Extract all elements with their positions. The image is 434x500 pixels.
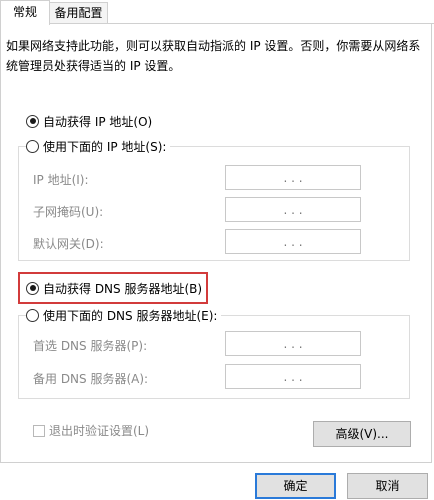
preferred-dns-value: . . . [283,336,303,351]
ip-manual-label: 使用下面的 IP 地址(S): [43,139,167,154]
validate-label: 退出时验证设置(L) [49,424,150,438]
tab-alternate-config[interactable]: 备用配置 [50,2,108,24]
ip-auto-option[interactable]: 自动获得 IP 地址(O) [26,112,157,130]
dns-auto-option[interactable]: 自动获得 DNS 服务器地址(B) [26,279,207,297]
ip-address-input[interactable]: . . . [225,165,361,190]
validate-checkbox[interactable] [33,424,45,437]
default-gateway-input[interactable]: . . . [225,229,361,254]
tab-strip: 常规 备用配置 [0,0,434,25]
ip-address-value: . . . [283,170,303,185]
ip-auto-label: 自动获得 IP 地址(O) [43,114,153,129]
default-gateway-value: . . . [283,234,303,249]
alternate-dns-input[interactable]: . . . [225,364,361,389]
cancel-button[interactable]: 取消 [347,473,428,499]
ok-button[interactable]: 确定 [255,473,336,499]
preferred-dns-label: 首选 DNS 服务器(P): [33,339,148,353]
dns-manual-radio[interactable] [26,308,39,322]
ip-address-label: IP 地址(I): [33,173,89,187]
validate-option[interactable]: 退出时验证设置(L) [33,422,149,439]
alternate-dns-value: . . . [283,369,303,384]
description-text: 如果网络支持此功能，则可以获取自动指派的 IP 设置。否则，你需要从网络系统管理… [6,39,421,73]
dns-auto-radio[interactable] [26,281,39,295]
advanced-button[interactable]: 高级(V)... [313,421,411,447]
dns-manual-label: 使用下面的 DNS 服务器地址(E): [43,308,218,323]
subnet-mask-input[interactable]: . . . [225,197,361,222]
alternate-dns-label: 备用 DNS 服务器(A): [33,372,149,386]
dns-auto-label: 自动获得 DNS 服务器地址(B) [43,281,203,296]
preferred-dns-input[interactable]: . . . [225,331,361,356]
ip-manual-radio[interactable] [26,139,39,153]
dns-manual-option[interactable]: 使用下面的 DNS 服务器地址(E): [26,306,222,324]
subnet-mask-label: 子网掩码(U): [33,205,104,219]
default-gateway-label: 默认网关(D): [33,237,104,251]
tab-general[interactable]: 常规 [0,0,50,25]
subnet-mask-value: . . . [283,202,303,217]
ip-auto-radio[interactable] [26,114,39,128]
ip-manual-option[interactable]: 使用下面的 IP 地址(S): [26,137,171,155]
